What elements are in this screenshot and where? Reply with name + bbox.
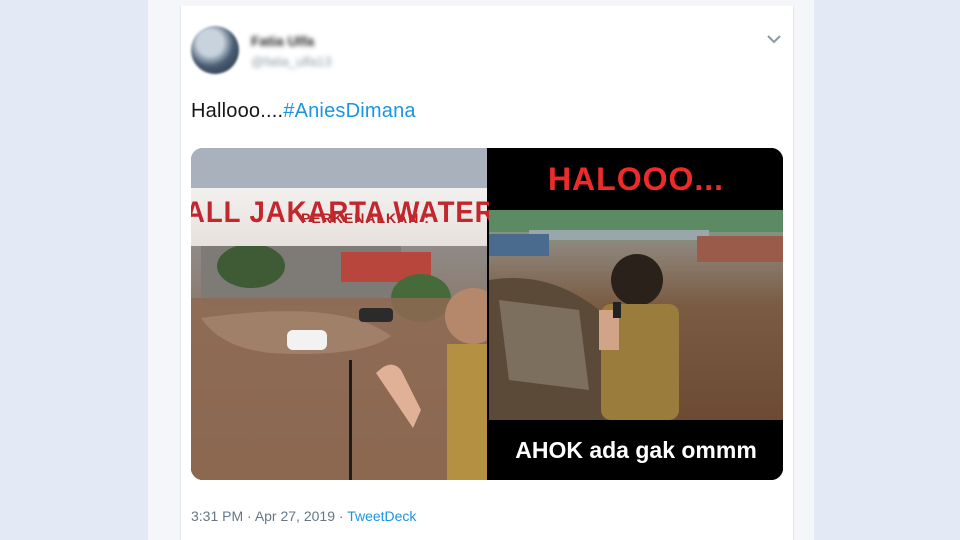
background-left bbox=[0, 0, 148, 540]
avatar[interactable] bbox=[191, 26, 239, 74]
tweet-card: Fatia Ulfa @fatia_ulfa13 Hallooo....#Ani… bbox=[180, 6, 794, 540]
tweet-meta: 3:31 PM · Apr 27, 2019 · TweetDeck bbox=[191, 508, 416, 524]
tweet-source-link[interactable]: TweetDeck bbox=[347, 508, 416, 524]
bottom-banner: AHOK ada gak ommm bbox=[489, 420, 783, 480]
media-right-photo: HALOOO... AHOK ada gak ommm bbox=[489, 148, 783, 480]
tweet-media[interactable]: PERKENALKAN : ALL JAKARTA WATER F HALOOO… bbox=[191, 148, 783, 480]
chevron-down-icon bbox=[767, 35, 781, 44]
bottom-caption: AHOK ada gak ommm bbox=[515, 436, 757, 463]
tweet-date[interactable]: Apr 27, 2019 bbox=[255, 508, 335, 524]
tweet-options-button[interactable] bbox=[763, 28, 785, 50]
user-handle[interactable]: @fatia_ulfa13 bbox=[251, 54, 331, 69]
meta-separator: · bbox=[243, 508, 255, 524]
tweet-text-prefix: Hallooo.... bbox=[191, 100, 284, 122]
meta-separator: · bbox=[334, 508, 348, 524]
tweet-time[interactable]: 3:31 PM bbox=[191, 508, 243, 524]
halo-banner: HALOOO... bbox=[489, 148, 783, 210]
halo-caption: HALOOO... bbox=[547, 160, 725, 197]
background-right bbox=[814, 0, 960, 540]
user-name[interactable]: Fatia Ulfa bbox=[251, 33, 314, 49]
river-scene bbox=[489, 210, 783, 420]
tweet-text: Hallooo....#AniesDimana bbox=[191, 100, 416, 123]
river-illustration bbox=[489, 210, 783, 420]
hashtag-link[interactable]: #AniesDimana bbox=[283, 100, 415, 122]
media-left-photo: PERKENALKAN : ALL JAKARTA WATER F bbox=[191, 148, 521, 480]
sign-title: ALL JAKARTA WATER F bbox=[191, 196, 522, 229]
